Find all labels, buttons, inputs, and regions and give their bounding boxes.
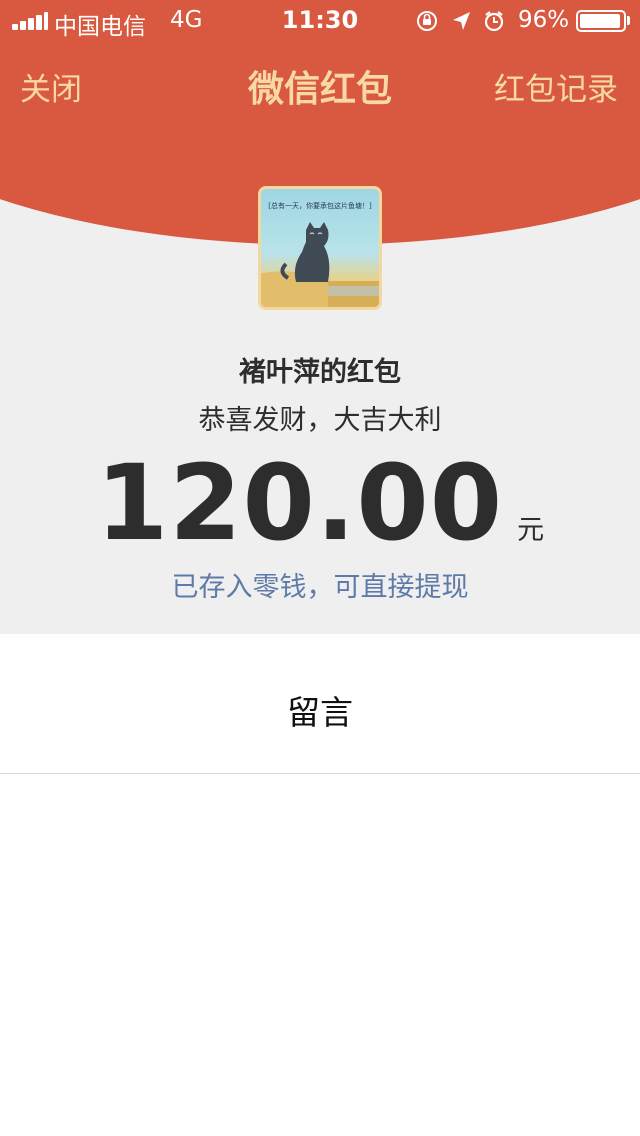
- cat-picture: [261, 222, 379, 307]
- amount-display: 120.00 元: [0, 442, 640, 564]
- battery-fill: [580, 14, 621, 28]
- packet-records-button[interactable]: 红包记录: [494, 64, 618, 109]
- alarm-icon: [484, 11, 504, 32]
- blessing-text: 恭喜发财，大吉大利: [198, 405, 442, 436]
- rotation-lock-icon: [417, 11, 437, 31]
- battery-cap: [627, 16, 630, 25]
- location-icon: [453, 12, 470, 30]
- red-packet-summary: 中国电信 4G 11:30 96% 关闭 微信红包 红包记录 [总有一天，你要承…: [0, 0, 640, 634]
- sender-avatar[interactable]: [总有一天，你要承包这片鱼塘！]: [258, 186, 382, 310]
- battery-percentage: 96%: [518, 7, 570, 33]
- status-icons: [417, 11, 504, 32]
- leave-message-label: 留言: [287, 693, 353, 732]
- amount-value: 120.00: [95, 442, 504, 564]
- battery-icon: [576, 10, 626, 32]
- leave-message-row[interactable]: 留言: [0, 634, 640, 774]
- status-bar: 中国电信 4G 11:30 96%: [0, 0, 640, 40]
- amount-unit: 元: [517, 515, 545, 546]
- saved-to-wallet-link[interactable]: 已存入零钱，可直接提现: [0, 565, 640, 604]
- sender-name: 褚叶萍的红包: [239, 357, 401, 388]
